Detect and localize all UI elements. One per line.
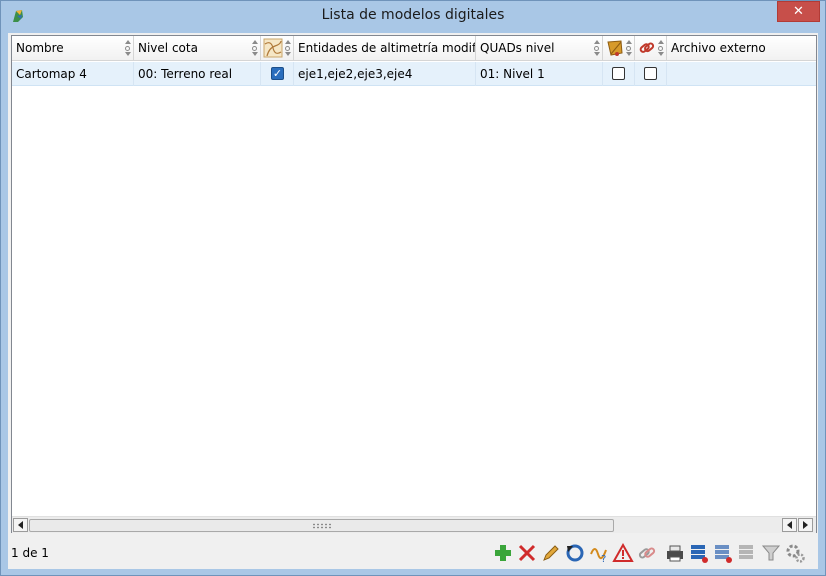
table-header: Nombre Nivel cota Entidades de altimetrí… <box>12 36 816 61</box>
column-header-entidades[interactable]: Entidades de altimetría modific... <box>294 36 476 61</box>
row-checkbox-link[interactable] <box>644 67 657 80</box>
horizontal-scrollbar[interactable] <box>12 516 816 533</box>
row-checkbox-quad[interactable] <box>612 67 625 80</box>
sort-indicator-icon <box>284 40 291 56</box>
column-header-archivo-externo[interactable]: Archivo externo <box>667 36 816 61</box>
window-title: Lista de modelos digitales <box>321 7 505 23</box>
row-checkbox-contours[interactable]: ✓ <box>271 67 284 80</box>
scroll-thumb[interactable] <box>29 519 614 532</box>
status-bar: 1 de 1 ? <box>8 538 818 569</box>
settings-icon[interactable] <box>784 542 806 564</box>
edit-icon[interactable] <box>540 542 562 564</box>
list-export-icon[interactable] <box>688 542 710 564</box>
column-label: QUADs nivel <box>480 41 555 55</box>
filter-icon[interactable] <box>760 542 782 564</box>
delete-icon[interactable] <box>516 542 538 564</box>
scroll-left-button-right[interactable] <box>782 518 797 532</box>
warning-icon[interactable] <box>612 542 634 564</box>
link-icon <box>639 42 655 53</box>
title-bar[interactable]: Lista de modelos digitales ✕ <box>1 1 825 33</box>
cell-quads-nivel[interactable]: 01: Nivel 1 <box>476 62 603 86</box>
column-header-map-contours[interactable] <box>261 36 294 61</box>
column-header-quads-nivel[interactable]: QUADs nivel <box>476 36 603 61</box>
list-import-icon[interactable] <box>712 542 734 564</box>
quad-leaf-icon <box>607 40 623 56</box>
print-icon[interactable] <box>664 542 686 564</box>
list-settings-icon[interactable] <box>736 542 758 564</box>
map-contours-icon <box>263 38 283 58</box>
models-table: Nombre Nivel cota Entidades de altimetrí… <box>11 35 817 533</box>
sort-indicator-icon <box>657 40 664 56</box>
column-header-nivel-cota[interactable]: Nivel cota <box>134 36 261 61</box>
column-label: Nivel cota <box>138 41 198 55</box>
column-label: Nombre <box>16 41 64 55</box>
sort-indicator-icon <box>124 40 131 56</box>
link-tool-icon[interactable] <box>636 542 658 564</box>
client-area: Nombre Nivel cota Entidades de altimetrí… <box>8 33 818 569</box>
sort-indicator-icon <box>625 40 632 56</box>
column-header-link[interactable] <box>635 36 667 61</box>
cell-flag2 <box>603 62 635 86</box>
check-entities-icon[interactable]: ? <box>588 542 610 564</box>
refresh-icon[interactable] <box>564 542 586 564</box>
page-indicator: 1 de 1 <box>11 546 49 560</box>
add-icon[interactable] <box>492 542 514 564</box>
table-row[interactable]: Cartomap 4 00: Terreno real ✓ eje1,eje2,… <box>12 62 816 86</box>
scroll-left-button[interactable] <box>13 518 28 532</box>
column-header-nombre[interactable]: Nombre <box>12 36 134 61</box>
cell-entidades[interactable]: eje1,eje2,eje3,eje4 <box>294 62 476 86</box>
sort-indicator-icon <box>593 40 600 56</box>
cell-flag1: ✓ <box>261 62 294 86</box>
close-button[interactable]: ✕ <box>777 1 820 22</box>
column-label: Archivo externo <box>671 41 766 55</box>
cell-flag3 <box>635 62 667 86</box>
grip-icon <box>312 523 332 529</box>
sort-indicator-icon <box>251 40 258 56</box>
cell-nombre[interactable]: Cartomap 4 <box>12 62 134 86</box>
scroll-right-button[interactable] <box>798 518 813 532</box>
cell-nivel-cota[interactable]: 00: Terreno real <box>134 62 261 86</box>
cell-archivo-externo[interactable] <box>667 62 816 86</box>
column-label: Entidades de altimetría modific... <box>298 41 476 55</box>
svg-text:?: ? <box>601 554 606 564</box>
column-header-quad-leaf[interactable] <box>603 36 635 61</box>
window: Lista de modelos digitales ✕ Nombre Nive… <box>0 0 826 576</box>
